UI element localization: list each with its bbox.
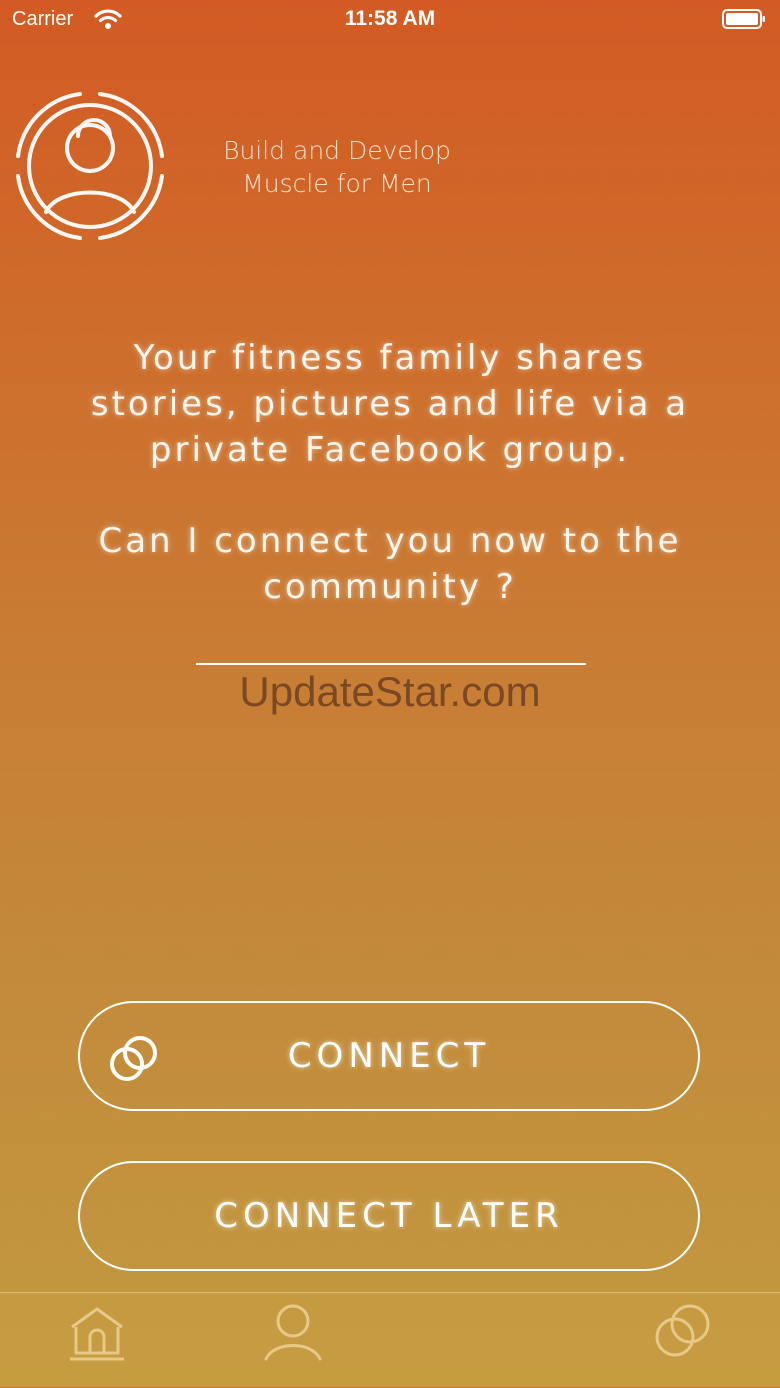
message-line-4: Can I connect you now to the — [98, 521, 682, 561]
message-line-5: community ? — [263, 567, 517, 607]
rings-icon — [652, 1304, 714, 1367]
tab-profile[interactable] — [262, 1301, 324, 1367]
watermark-text: UpdateStar.com — [239, 668, 541, 715]
battery-icon — [722, 8, 766, 30]
message-line-2: stories, pictures and life via a — [90, 384, 690, 424]
person-icon — [262, 1304, 324, 1367]
status-time: 11:58 AM — [344, 7, 436, 30]
connect-later-button-label: CONNECT LATER — [214, 1196, 564, 1236]
rings-icon — [108, 1034, 160, 1084]
connect-later-button[interactable]: CONNECT LATER — [78, 1161, 700, 1271]
connect-button[interactable]: CONNECT — [78, 1001, 700, 1111]
status-bar: Carrier 11:58 AM — [0, 0, 780, 40]
tab-home[interactable] — [66, 1301, 128, 1367]
message-line-3: private Facebook group. — [149, 430, 631, 470]
home-icon — [66, 1307, 128, 1367]
connect-button-label: CONNECT — [287, 1036, 491, 1076]
message-line-1: Your fitness family shares — [133, 338, 647, 378]
tab-community[interactable] — [652, 1301, 714, 1367]
tagline-line-1: Build and Develop — [223, 136, 451, 165]
tab-bar — [0, 1292, 780, 1388]
community-message: Your fitness family shares stories, pict… — [60, 335, 720, 610]
divider — [196, 663, 586, 665]
app-tagline: Build and Develop Muscle for Men — [206, 134, 468, 200]
app-logo-icon — [14, 90, 166, 242]
tagline-line-2: Muscle for Men — [242, 169, 432, 198]
